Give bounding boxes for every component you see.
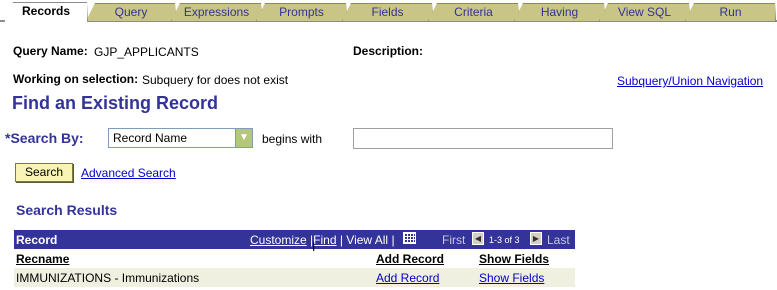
previous-arrow-icon[interactable]: ◀ [472,232,484,245]
working-selection-value: Subquery for does not exist [142,73,289,87]
tab-bar: Records Query Expressions Prompts Fields… [0,0,777,22]
tab-query[interactable]: Query [86,3,176,21]
tab-having[interactable]: Having [514,3,605,21]
description-label: Description: [353,44,424,58]
download-grid-icon[interactable] [403,232,416,244]
search-by-select[interactable]: Record Name ▼ [108,128,253,148]
tab-prompts[interactable]: Prompts [256,3,347,21]
chevron-down-icon[interactable]: ▼ [235,129,252,147]
last-label: Last [547,233,570,247]
query-name-label: Query Name: [13,44,88,58]
query-name-value: GJP_APPLICANTS [94,45,199,59]
page-title: Find an Existing Record [12,93,219,113]
view-all-link[interactable]: View All [346,233,388,247]
working-selection-label: Working on selection: [13,72,139,86]
grid-nav: Customize |Find | View All | [250,233,395,247]
tab-records[interactable]: Records [4,2,88,22]
tab-run[interactable]: Run [685,3,776,21]
search-results-title: Search Results [16,202,118,218]
text-cursor-icon: I [312,240,316,254]
row-count: 1-3 of 3 [489,235,520,245]
add-record-link[interactable]: Add Record [376,271,439,285]
next-arrow-icon[interactable]: ▶ [530,232,542,245]
search-by-label: *Search By: [5,130,84,146]
grid-title: Record [16,233,58,247]
customize-link[interactable]: Customize [250,233,307,247]
column-header-recname[interactable]: Recname [16,252,69,266]
results-grid-header: Record Customize |Find | View All | Firs… [14,230,575,249]
advanced-search-link[interactable]: Advanced Search [81,166,176,180]
tab-expressions[interactable]: Expressions [171,3,262,21]
tab-view-sql[interactable]: View SQL [599,3,690,21]
first-label: First [442,233,466,247]
subquery-union-navigation-link[interactable]: Subquery/Union Navigation [617,74,763,88]
search-button[interactable]: Search [15,163,73,182]
tab-criteria[interactable]: Criteria [428,3,519,21]
separator: | [391,233,395,247]
show-fields-link[interactable]: Show Fields [479,271,544,285]
operator-label: begins with [262,132,323,146]
search-by-selected-value: Record Name [113,131,188,145]
search-input[interactable] [353,128,613,149]
row-recname: IMMUNIZATIONS - Immunizations [16,271,200,285]
tab-fields[interactable]: Fields [342,3,433,21]
column-header-add-record[interactable]: Add Record [376,252,444,266]
column-header-show-fields[interactable]: Show Fields [479,252,549,266]
